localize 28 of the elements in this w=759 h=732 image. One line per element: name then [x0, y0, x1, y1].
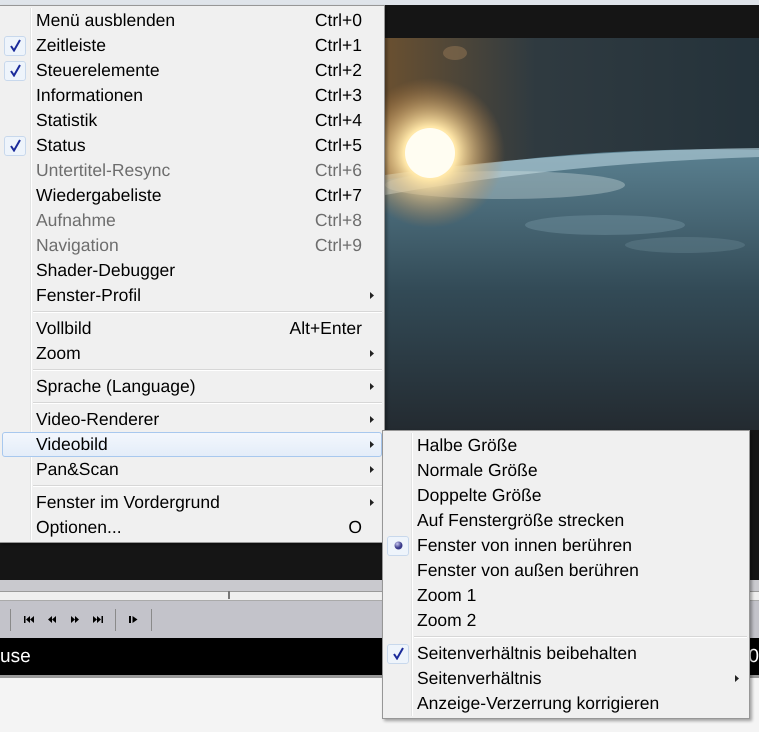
menu-item[interactable]: Zoom 1 [385, 583, 747, 608]
menu-item[interactable]: Vollbild Alt+Enter [2, 316, 382, 341]
menu-item[interactable]: Videobild [2, 432, 382, 457]
menu-item[interactable]: Fenster-Profil [2, 283, 382, 308]
menu-item[interactable]: Zoom [2, 341, 382, 366]
menu-item[interactable]: Doppelte Größe [385, 483, 747, 508]
status-text: use [0, 646, 31, 668]
menu-item[interactable]: Auf Fenstergröße strecken [385, 508, 747, 533]
menu-item[interactable]: Wiedergabeliste Ctrl+7 [2, 183, 382, 208]
menu-item[interactable]: Menü ausblenden Ctrl+0 [2, 8, 382, 33]
menu-item[interactable]: Zeitleiste Ctrl+1 [2, 33, 382, 58]
menu-item[interactable]: Fenster von außen berühren [385, 558, 747, 583]
menu-item[interactable]: Sprache (Language) [2, 374, 382, 399]
menu-item[interactable]: Shader-Debugger [2, 258, 382, 283]
menu-item[interactable]: Seitenverhältnis beibehalten [385, 641, 747, 666]
menu-item[interactable]: Optionen... O [2, 515, 382, 540]
menu-item[interactable]: Anzeige-Verzerrung korrigieren [385, 691, 747, 716]
menu-item[interactable]: Fenster im Vordergrund [2, 490, 382, 515]
menu-item[interactable]: Status Ctrl+5 [2, 133, 382, 158]
menu-item[interactable]: Normale Größe [385, 458, 747, 483]
menu-item[interactable]: Pan&Scan [2, 457, 382, 482]
menu-item[interactable]: Steuerelemente Ctrl+2 [2, 58, 382, 83]
menu-item[interactable]: Halbe Größe [385, 433, 747, 458]
menu-item[interactable]: Video-Renderer [2, 407, 382, 432]
menu-item[interactable]: Fenster von innen berühren [385, 533, 747, 558]
menu-item[interactable]: Informationen Ctrl+3 [2, 83, 382, 108]
menu-item[interactable]: Statistik Ctrl+4 [2, 108, 382, 133]
menu-item[interactable]: Seitenverhältnis [385, 666, 747, 691]
